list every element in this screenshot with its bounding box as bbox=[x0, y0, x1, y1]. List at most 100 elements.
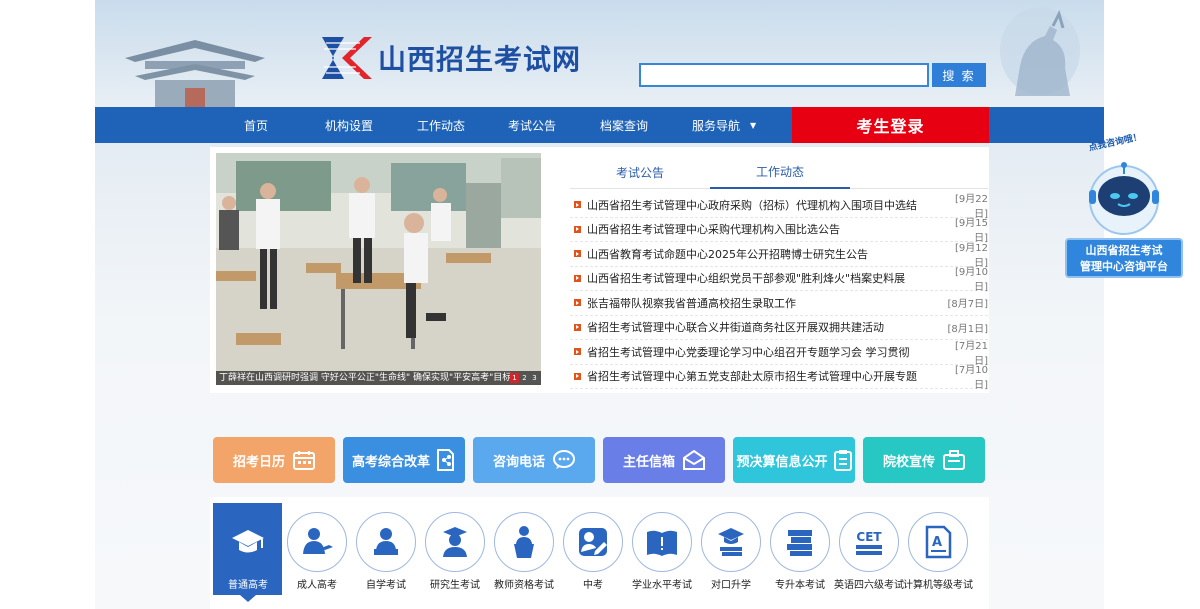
news-title[interactable]: 山西省招生考试管理中心政府采购（招标）代理机构入围项目中选结 bbox=[587, 197, 942, 213]
news-item[interactable]: 张吉福带队视察我省普通高校招生录取工作 [8月7日] bbox=[570, 291, 988, 316]
open-book-icon bbox=[647, 530, 677, 556]
category-upgrade-exam[interactable]: 专升本考试 bbox=[765, 512, 835, 591]
news-date: [8月7日] bbox=[947, 299, 988, 311]
search-input[interactable] bbox=[639, 63, 929, 87]
quick-link-label: 预决算信息公开 bbox=[736, 454, 828, 470]
chat-bubble-icon bbox=[553, 450, 575, 469]
adult-student-icon bbox=[303, 528, 333, 554]
category-postgraduate[interactable]: 研究生考试 bbox=[420, 512, 490, 591]
arrow-bullet-icon bbox=[574, 372, 581, 380]
svg-text:A: A bbox=[932, 535, 942, 550]
arrow-bullet-icon bbox=[574, 323, 581, 331]
assistant-label: 山西省招生考试 管理中心咨询平台 bbox=[1065, 238, 1183, 278]
category-circle bbox=[770, 512, 830, 572]
candidate-login-button[interactable]: 考生登录 bbox=[792, 107, 989, 143]
category-teacher-cert[interactable]: 教师资格考试 bbox=[489, 512, 559, 591]
news-title[interactable]: 山西省教育考试命题中心2025年公开招聘博士研究生公告 bbox=[587, 246, 942, 262]
news-date: [9月10日] bbox=[955, 267, 988, 294]
logo-k-icon bbox=[322, 37, 372, 79]
news-title[interactable]: 省招生考试管理中心党委理论学习中心组召开专题学习会 学习贯彻 bbox=[587, 344, 942, 360]
category-computer-rank[interactable]: A 计算机等级考试 bbox=[903, 512, 973, 591]
nav-item-service-guide[interactable]: 服务导航 ▼ bbox=[692, 107, 756, 143]
clipboard-icon bbox=[833, 450, 852, 471]
news-item[interactable]: 省招生考试管理中心第五党支部赴太原市招生考试管理中心开展专题 [7月10日] bbox=[570, 365, 988, 391]
quick-link-hotline[interactable]: 咨询电话 bbox=[473, 437, 595, 483]
arrow-bullet-icon bbox=[574, 348, 581, 356]
briefcase-icon bbox=[943, 450, 965, 470]
category-label: 对口升学 bbox=[711, 580, 751, 591]
category-label: 自学考试 bbox=[366, 580, 406, 591]
category-label: 普通高考 bbox=[228, 580, 268, 591]
book-stack-icon bbox=[787, 530, 812, 556]
nav-item-archive-query[interactable]: 档案查询 bbox=[600, 107, 648, 143]
slide-page-3[interactable]: 3 bbox=[530, 373, 539, 383]
news-item[interactable]: 山西省招生考试管理中心采购代理机构入围比选公告 [9月15日] bbox=[570, 218, 988, 244]
category-circle: CET bbox=[839, 512, 899, 572]
nav-item-home[interactable]: 首页 bbox=[244, 107, 268, 143]
news-tabs: 考试公告 工作动态 bbox=[570, 155, 988, 189]
temple-illustration bbox=[125, 40, 265, 107]
quick-link-label: 院校宣传 bbox=[882, 454, 935, 470]
news-title[interactable]: 山西省招生考试管理中心采购代理机构入围比选公告 bbox=[587, 221, 942, 237]
robot-icon bbox=[1089, 162, 1159, 235]
nav-item-service-guide-label: 服务导航 bbox=[692, 118, 741, 133]
category-gaokao[interactable]: 普通高考 bbox=[213, 512, 283, 591]
slideshow-caption: 丁薛祥在山西调研时强调 守好公平公正"生命线" 确保实现"平安高考"目标 bbox=[216, 371, 541, 385]
quick-link-label: 高考综合改革 bbox=[351, 454, 430, 470]
quick-link-college-promotion[interactable]: 院校宣传 bbox=[863, 437, 985, 483]
category-label: 计算机等级考试 bbox=[903, 580, 973, 591]
assistant-label-line2: 管理中心咨询平台 bbox=[1080, 260, 1168, 273]
slideshow[interactable]: 丁薛祥在山西调研时强调 守好公平公正"生命线" 确保实现"平安高考"目标 1 2… bbox=[216, 153, 541, 385]
quick-link-label: 招考日历 bbox=[232, 454, 285, 470]
category-adult-exam[interactable]: 成人高考 bbox=[282, 512, 352, 591]
cet-icon: CET bbox=[856, 530, 882, 555]
news-item[interactable]: 省招生考试管理中心联合义井街道商务社区开展双拥共建活动 [8月1日] bbox=[570, 316, 988, 340]
category-proficiency-test[interactable]: 学业水平考试 bbox=[627, 512, 697, 591]
category-zhongkao[interactable]: 中考 bbox=[558, 512, 628, 591]
tab-exam-notices[interactable]: 考试公告 bbox=[570, 155, 710, 189]
nav-item-work-news[interactable]: 工作动态 bbox=[417, 107, 465, 143]
arrow-bullet-icon bbox=[574, 250, 581, 258]
graduation-cap-icon bbox=[232, 530, 264, 553]
quick-link-exam-calendar[interactable]: 招考日历 bbox=[213, 437, 335, 483]
cet-icon-text: CET bbox=[856, 530, 882, 544]
slide-page-1[interactable]: 1 bbox=[510, 373, 519, 383]
tab-work-news[interactable]: 工作动态 bbox=[710, 155, 850, 189]
news-title[interactable]: 省招生考试管理中心联合义井街道商务社区开展双拥共建活动 bbox=[587, 319, 942, 335]
category-label: 成人高考 bbox=[297, 580, 337, 591]
news-item[interactable]: 山西省教育考试命题中心2025年公开招聘博士研究生公告 [9月12日] bbox=[570, 242, 988, 269]
category-vocational-entry[interactable]: 对口升学 bbox=[696, 512, 766, 591]
mail-icon bbox=[683, 450, 705, 470]
nav-item-organization[interactable]: 机构设置 bbox=[325, 107, 373, 143]
news-item[interactable]: 省招生考试管理中心党委理论学习中心组召开专题学习会 学习贯彻 [7月21日] bbox=[570, 340, 988, 367]
nav-item-exam-notices[interactable]: 考试公告 bbox=[508, 107, 556, 143]
self-study-icon bbox=[374, 528, 398, 555]
arrow-bullet-icon bbox=[574, 274, 581, 282]
teacher-podium-icon bbox=[514, 526, 534, 558]
category-label: 专升本考试 bbox=[775, 580, 825, 591]
news-title[interactable]: 省招生考试管理中心第五党支部赴太原市招生考试管理中心开展专题 bbox=[587, 368, 942, 384]
news-title[interactable]: 山西省招生考试管理中心组织党员干部参观"胜利烽火"档案史料展 bbox=[587, 270, 942, 286]
slide-page-2[interactable]: 2 bbox=[520, 373, 529, 383]
news-list: 山西省招生考试管理中心政府采购（招标）代理机构入围项目中选结 [9月22日] 山西… bbox=[570, 193, 988, 391]
news-title[interactable]: 张吉福带队视察我省普通高校招生录取工作 bbox=[587, 295, 942, 311]
news-item[interactable]: 山西省招生考试管理中心政府采购（招标）代理机构入围项目中选结 [9月22日] bbox=[570, 193, 988, 220]
quick-link-director-mailbox[interactable]: 主任信箱 bbox=[603, 437, 725, 483]
category-self-study[interactable]: 自学考试 bbox=[351, 512, 421, 591]
quick-link-label: 咨询电话 bbox=[492, 454, 545, 470]
category-label: 中考 bbox=[583, 580, 603, 591]
category-cet[interactable]: CET 英语四六级考试 bbox=[834, 512, 904, 591]
cap-books-icon bbox=[718, 528, 744, 556]
page: 山西招生考试网 搜 索 首页 机构设置 工作动态 考试公告 档案查询 服务导航 … bbox=[95, 0, 1104, 609]
category-circle: A bbox=[908, 512, 968, 572]
quick-link-gaokao-reform[interactable]: 高考综合改革 bbox=[343, 437, 465, 483]
site-logo[interactable]: 山西招生考试网 bbox=[320, 35, 581, 81]
category-circle bbox=[287, 512, 347, 572]
consult-assistant-widget[interactable]: 点我咨询哦！ 山西省招生考试 管理中心咨询平台 bbox=[1063, 132, 1185, 280]
category-circle bbox=[425, 512, 485, 572]
category-circle bbox=[563, 512, 623, 572]
arrow-bullet-icon bbox=[574, 201, 581, 209]
category-circle bbox=[701, 512, 761, 572]
news-item[interactable]: 山西省招生考试管理中心组织党员干部参观"胜利烽火"档案史料展 [9月10日] bbox=[570, 267, 988, 293]
quick-link-budget-disclosure[interactable]: 预决算信息公开 bbox=[733, 437, 855, 483]
